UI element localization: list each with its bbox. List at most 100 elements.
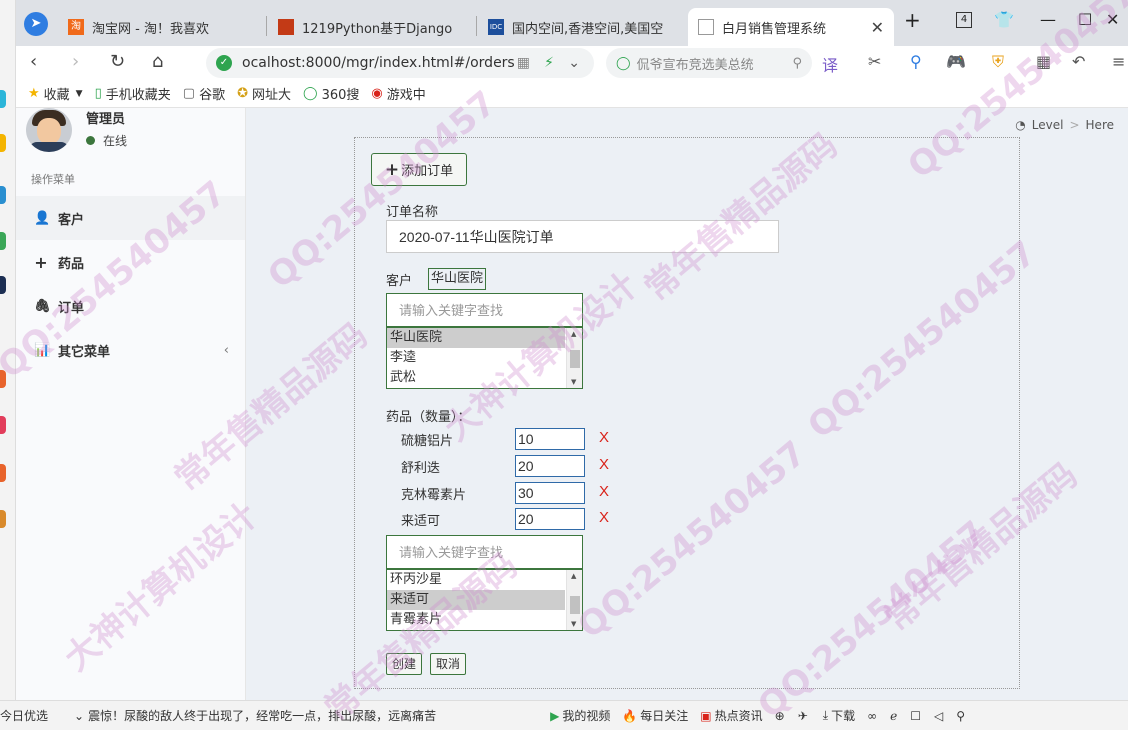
bookmark-favorites[interactable]: ★ 收藏 ▼ <box>28 84 83 103</box>
sidebar-item-label: 客户 <box>58 212 85 228</box>
breadcrumb-level[interactable]: Level <box>1032 118 1064 132</box>
minimize-icon[interactable]: — <box>1040 10 1056 29</box>
status-news[interactable]: 震惊！尿酸的敌人终于出现了，经常吃一点，排出尿酸，远离痛苦 <box>88 707 488 724</box>
chevron-down-icon[interactable]: ⌄ <box>74 709 84 723</box>
medicine-qty-input[interactable] <box>515 508 585 530</box>
app-icon[interactable] <box>0 232 6 250</box>
tab-idc[interactable]: IDC 国内空间,香港空间,美国空 <box>478 8 684 46</box>
app-icon[interactable] <box>0 370 6 388</box>
apps-grid-icon[interactable]: ▦ <box>1036 52 1051 71</box>
customer-option[interactable]: 武松 <box>387 368 565 388</box>
order-form: + 添加订单 订单名称 客户 华山医院 华山医院 李逵 武松 ▲ ▼ 药品（数量… <box>354 137 1020 689</box>
customer-search-input[interactable] <box>386 293 583 327</box>
scroll-thumb[interactable] <box>570 596 580 614</box>
shirt-icon[interactable]: 👕 <box>994 10 1014 29</box>
game-controller-icon[interactable]: 🎮 <box>946 52 966 71</box>
magnifier-icon[interactable]: ⚲ <box>910 52 922 71</box>
medicine-qty-input[interactable] <box>515 428 585 450</box>
app-icon[interactable] <box>0 276 6 294</box>
tab-sales-system[interactable]: 白月销售管理系统 ✕ <box>688 8 894 46</box>
search-icon[interactable]: ⚲ <box>792 56 802 71</box>
sidebar-item-other[interactable]: 📊 其它菜单 ‹ <box>16 328 245 372</box>
status-tools[interactable]: ∞ ℯ ☐ ◁ ⚲ <box>867 709 968 723</box>
create-button[interactable]: 创建 <box>386 653 423 675</box>
medicine-qty-input[interactable] <box>515 455 585 477</box>
delete-medicine-icon[interactable]: X <box>599 509 609 526</box>
customer-option[interactable]: 华山医院 <box>387 328 565 348</box>
home-icon[interactable]: ⌂ <box>152 51 163 72</box>
bookmark-games[interactable]: ◉ 游戏中 <box>371 84 425 103</box>
chevron-down-icon[interactable]: ⌄ <box>568 55 580 71</box>
tab-django[interactable]: 1219Python基于Django <box>268 8 474 46</box>
medicine-option[interactable]: 青霉素片 <box>387 610 565 630</box>
bookmark-google[interactable]: ▢ 谷歌 <box>183 84 225 103</box>
status-my-video[interactable]: ▶ 我的视频 <box>550 707 610 724</box>
customer-list-scrollbar[interactable]: ▲ ▼ <box>566 328 582 388</box>
medicine-search-input[interactable] <box>386 535 583 569</box>
desktop-app-strip <box>0 0 16 700</box>
app-icon[interactable] <box>0 510 6 528</box>
shield-icon[interactable]: ⛨ <box>992 52 1004 72</box>
back-icon[interactable]: ‹ <box>30 51 37 72</box>
user-status: 在线 <box>86 132 127 149</box>
medicine-option[interactable]: 来适可 <box>387 590 565 610</box>
status-today-picks[interactable]: 今日优选 <box>0 707 48 724</box>
add-order-button[interactable]: + 添加订单 <box>371 153 467 186</box>
status-hot-news[interactable]: ▣ 热点资讯 <box>700 707 762 724</box>
new-tab-icon[interactable]: + <box>904 8 921 32</box>
translate-icon[interactable]: 译 <box>822 52 838 76</box>
delete-medicine-icon[interactable]: X <box>599 483 609 500</box>
sidebar-item-orders[interactable]: 🖇 订单 <box>16 284 245 328</box>
delete-medicine-icon[interactable]: X <box>599 456 609 473</box>
bookmark-mobile[interactable]: ▯ 手机收藏夹 <box>95 84 171 103</box>
zoom-icon: ⚲ <box>956 708 966 723</box>
app-icon[interactable] <box>0 464 6 482</box>
dashboard-icon: ◔ <box>1015 118 1026 132</box>
bookmark-360[interactable]: ◯ 360搜 <box>303 84 359 103</box>
close-window-icon[interactable]: ✕ <box>1106 10 1119 29</box>
undo-icon[interactable]: ↶ <box>1072 52 1085 71</box>
scroll-up-icon[interactable]: ▲ <box>571 572 576 580</box>
forward-icon[interactable]: › <box>72 51 79 72</box>
tab-taobao[interactable]: 淘 淘宝网 - 淘！我喜欢 <box>58 8 264 46</box>
browser-logo-icon[interactable]: ➤ <box>24 12 48 36</box>
medicine-list-scrollbar[interactable]: ▲ ▼ <box>566 570 582 630</box>
medicine-option[interactable]: 环丙沙星 <box>387 570 565 590</box>
bookmark-directory[interactable]: ✪ 网址大 <box>237 84 291 103</box>
scissors-icon[interactable]: ✂ <box>868 52 881 71</box>
scroll-thumb[interactable] <box>570 350 580 368</box>
customer-option[interactable]: 李逵 <box>387 348 565 368</box>
cancel-button[interactable]: 取消 <box>430 653 467 675</box>
tab-count-icon[interactable]: 4 <box>956 12 972 28</box>
status-extras[interactable]: ⊕ ✈ <box>775 709 811 723</box>
scroll-down-icon[interactable]: ▼ <box>571 378 576 386</box>
tab-close-icon[interactable]: ✕ <box>863 18 884 37</box>
medicine-row: 克林霉素片 X <box>401 482 631 504</box>
qr-icon[interactable]: ▦ <box>517 55 530 71</box>
medicine-qty-input[interactable] <box>515 482 585 504</box>
plus-icon: + <box>384 159 400 180</box>
browser-search-box[interactable]: ◯ 侃爷宣布竞选美总统 ⚲ <box>606 48 812 78</box>
game-icon: ◉ <box>371 86 383 101</box>
scroll-up-icon[interactable]: ▲ <box>571 330 576 338</box>
sidebar-item-medicines[interactable]: + 药品 <box>16 240 245 284</box>
delete-medicine-icon[interactable]: X <box>599 429 609 446</box>
medicine-listbox[interactable]: 环丙沙星 来适可 青霉素片 ▲ ▼ <box>386 569 583 631</box>
file-icon: ▢ <box>182 86 196 101</box>
browser-tab-bar: ➤ 淘 淘宝网 - 淘！我喜欢 1219Python基于Django IDC 国… <box>0 0 1128 46</box>
address-bar[interactable]: ✓ ocalhost:8000/mgr/index.html#/orders ▦… <box>206 48 594 78</box>
app-icon[interactable] <box>0 186 6 204</box>
lightning-icon[interactable]: ⚡ <box>544 55 554 71</box>
app-icon[interactable] <box>0 416 6 434</box>
app-icon[interactable] <box>0 90 6 108</box>
order-name-input[interactable] <box>386 220 779 253</box>
customer-listbox[interactable]: 华山医院 李逵 武松 ▲ ▼ <box>386 327 583 389</box>
sidebar-item-customers[interactable]: 👤 客户 <box>16 196 245 240</box>
status-download[interactable]: ⤓ 下载 <box>823 707 855 724</box>
scroll-down-icon[interactable]: ▼ <box>571 620 576 628</box>
reload-icon[interactable]: ↻ <box>110 51 125 72</box>
app-icon[interactable] <box>0 134 6 152</box>
menu-icon[interactable]: ≡ <box>1112 52 1125 71</box>
status-daily-focus[interactable]: 🔥 每日关注 <box>622 707 688 724</box>
maximize-icon[interactable]: ☐ <box>1078 10 1092 29</box>
